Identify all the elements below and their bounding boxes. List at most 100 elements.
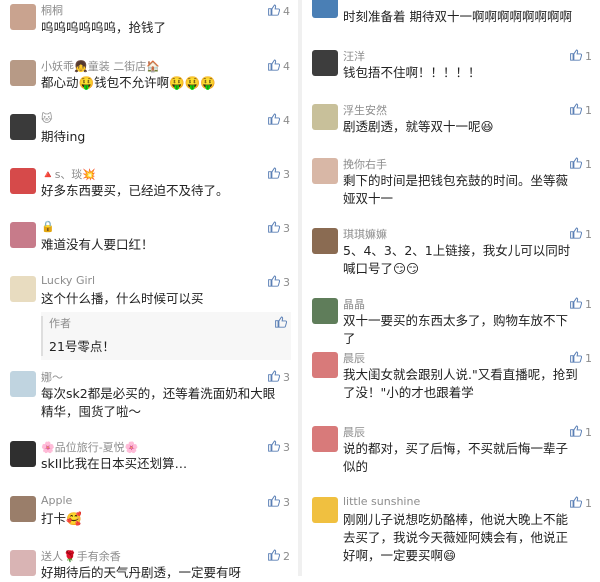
like-button[interactable]: 2 [267,548,290,564]
comment-text: 好多东西要买，已经迫不及待了。 [41,183,229,198]
thumbs-up-icon [267,3,281,19]
like-count: 3 [283,221,290,235]
like-button[interactable]: 1 [569,424,592,440]
like-count: 3 [283,275,290,289]
like-count: 1 [585,496,592,510]
author-reply: 作者 21号零点！ [41,312,291,360]
like-button[interactable]: 1 [569,350,592,366]
like-count: 1 [585,425,592,439]
like-button[interactable]: 1 [569,296,592,312]
avatar[interactable] [312,298,338,324]
comment-author[interactable]: 汪洋 [343,48,365,64]
comment-author[interactable]: 浮生安然 [343,102,387,118]
like-button[interactable]: 1 [569,156,592,172]
avatar[interactable] [312,228,338,254]
avatar[interactable] [312,426,338,452]
like-button[interactable]: 3 [267,439,290,455]
like-count: 4 [283,113,290,127]
comment-text: 都心动🤑钱包不允许啊🤑🤑🤑 [41,75,216,90]
like-count: 3 [283,440,290,454]
comment-text: 5、4、3、2、1上链接，我女儿可以同时喊口号了😏😏 [343,243,571,276]
avatar[interactable] [312,50,338,76]
like-count: 1 [585,227,592,241]
thumbs-up-icon [267,439,281,455]
like-count: 1 [585,157,592,171]
avatar[interactable] [312,158,338,184]
avatar[interactable] [312,104,338,130]
thumbs-up-icon [569,495,583,511]
reply-like-button[interactable] [274,315,288,331]
comment-author[interactable]: Lucky Girl [41,274,95,287]
thumbs-up-icon [569,424,583,440]
avatar[interactable] [10,371,36,397]
right-comment-column: 时刻准备着 期待双十一啊啊啊啊啊啊啊啊 汪洋 钱包捂不住啊！！！！！ 1 浮生安… [302,0,600,576]
like-button[interactable]: 3 [267,220,290,236]
avatar[interactable] [10,60,36,86]
avatar[interactable] [10,4,36,30]
comment-author[interactable]: 🌸品位旅行-夏悦🌸 [41,439,138,455]
comment-author[interactable]: little sunshine [343,495,420,508]
thumbs-up-icon [569,226,583,242]
avatar[interactable] [10,276,36,302]
thumbs-up-icon [267,369,281,385]
comment-author[interactable]: 🔒 [41,220,55,233]
like-button[interactable]: 1 [569,226,592,242]
thumbs-up-icon [274,315,288,331]
like-button[interactable]: 1 [569,48,592,64]
thumbs-up-icon [267,548,281,564]
avatar[interactable] [10,550,36,576]
thumbs-up-icon [267,58,281,74]
like-button[interactable]: 3 [267,166,290,182]
like-count: 3 [283,370,290,384]
comment-author[interactable]: 晨辰 [343,424,365,440]
like-count: 4 [283,59,290,73]
reply-author: 作者 [49,317,71,330]
avatar[interactable] [10,496,36,522]
comment-author[interactable]: 送人🌹手有余香 [41,548,121,564]
avatar[interactable] [10,222,36,248]
avatar[interactable] [312,497,338,523]
comment-text: 期待ing [41,129,86,144]
comment-text: skII比我在日本买还划算… [41,456,188,471]
like-count: 1 [585,351,592,365]
thumbs-up-icon [569,156,583,172]
like-button[interactable]: 4 [267,58,290,74]
avatar[interactable] [10,114,36,140]
comment-author[interactable]: 琪琪嫲嫲 [343,226,387,242]
comment-author[interactable]: 晶晶 [343,296,365,312]
comment-text: 刚刚儿子说想吃奶酪棒，他说大晚上不能去买了，我说今天薇娅阿姨会有，他说正好啊，一… [343,512,569,563]
like-button[interactable]: 1 [569,102,592,118]
thumbs-up-icon [569,102,583,118]
thumbs-up-icon [267,494,281,510]
like-button[interactable]: 4 [267,3,290,19]
comment-text: 呜呜呜呜呜呜，抢钱了 [41,20,167,35]
comment-author[interactable]: 挽你右手 [343,156,387,172]
like-button[interactable]: 1 [569,495,592,511]
comment-text: 每次sk2都是必买的，还等着洗面奶和大眼精华，囤货了啦～ [41,386,276,419]
comment-text: 时刻准备着 期待双十一啊啊啊啊啊啊啊啊 [343,9,572,24]
reply-bar [41,316,43,356]
comment-text: 说的都对，买了后悔，不买就后悔一辈子似的 [343,441,569,474]
avatar[interactable] [312,352,338,378]
comment-author[interactable]: 桐桐 [41,2,63,18]
like-count: 3 [283,167,290,181]
comment-text: 打卡🥰 [41,511,82,526]
thumbs-up-icon [569,350,583,366]
avatar[interactable] [10,441,36,467]
comment-text: 剧透剧透，就等双十一呢😆 [343,119,494,134]
comment-author[interactable]: 小妖乖👧童装 二街店🏠 [41,58,160,74]
comment-author[interactable]: 🐱 [41,112,52,125]
like-button[interactable]: 3 [267,369,290,385]
like-count: 1 [585,297,592,311]
comment-author[interactable]: 晨辰 [343,350,365,366]
comment-author[interactable]: 娜～ [41,369,63,385]
avatar[interactable] [312,0,338,18]
comment-author[interactable]: 🔺s、琰💥 [41,166,96,182]
like-button[interactable]: 3 [267,494,290,510]
avatar[interactable] [10,168,36,194]
like-button[interactable]: 3 [267,274,290,290]
like-button[interactable]: 4 [267,112,290,128]
left-comment-column: 桐桐 呜呜呜呜呜呜，抢钱了 4 小妖乖👧童装 二街店🏠 都心动🤑钱包不允许啊🤑🤑… [0,0,298,580]
comment-author[interactable]: Apple [41,494,72,507]
thumbs-up-icon [267,112,281,128]
